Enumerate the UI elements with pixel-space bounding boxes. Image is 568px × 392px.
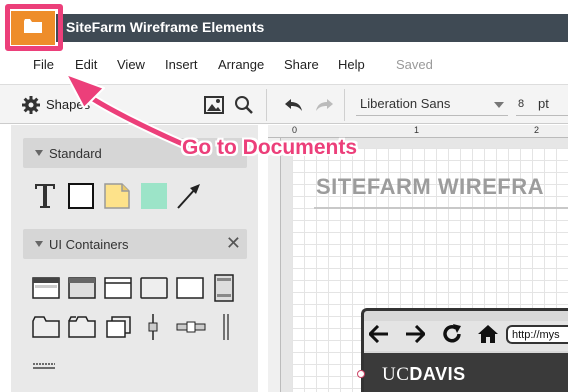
green-block-shape[interactable] [141, 183, 167, 209]
shapes-panel: Standard UI Containers ✕ [11, 125, 258, 392]
ruler-label: 1 [414, 125, 420, 135]
menu-arrange[interactable]: Arrange [218, 57, 264, 72]
arrow-line-shape[interactable] [176, 182, 202, 210]
logo-davis: DAVIS [409, 364, 466, 384]
shapes-label[interactable]: Shapes [46, 97, 90, 112]
font-size-select[interactable]: 8 pt [516, 94, 568, 116]
horizontal-splitter-shape[interactable] [32, 360, 56, 372]
panel-shape[interactable] [140, 277, 168, 299]
wireframe-heading-rule [314, 207, 568, 209]
section-standard-label: Standard [49, 146, 102, 161]
horizontal-slider-shape[interactable] [176, 321, 206, 333]
scroll-list-shape[interactable] [214, 274, 234, 302]
undo-icon[interactable] [284, 97, 304, 113]
ruler-label: 2 [534, 125, 540, 135]
document-title[interactable]: SiteFarm Wireframe Elements [66, 19, 264, 35]
toolbar-separator [266, 89, 267, 121]
menu-bar: File Edit View Insert Arrange Share Help… [0, 51, 568, 79]
note-shape[interactable] [104, 183, 130, 209]
collapse-triangle-icon[interactable] [35, 150, 43, 156]
font-family-value: Liberation Sans [360, 96, 451, 111]
menu-help[interactable]: Help [338, 57, 365, 72]
browser-window-shape[interactable] [32, 277, 60, 299]
annotation-label: Go to Documents [182, 136, 358, 159]
browser-window-gray-shape[interactable] [68, 277, 96, 299]
url-field: http://mys [506, 325, 568, 344]
menu-file[interactable]: File [33, 57, 54, 72]
toolbar-separator [344, 89, 345, 121]
ruler-left [268, 138, 281, 392]
ruler-label: 0 [292, 125, 298, 135]
menu-share[interactable]: Share [284, 57, 319, 72]
redo-icon[interactable] [314, 97, 334, 113]
back-arrow-icon [369, 325, 388, 343]
rectangle-shape[interactable] [68, 183, 94, 209]
font-family-select[interactable]: Liberation Sans [356, 94, 508, 116]
tab-folder-shape[interactable] [32, 316, 60, 338]
section-ui-containers-header[interactable]: UI Containers ✕ [23, 229, 247, 259]
menu-edit[interactable]: Edit [75, 57, 97, 72]
forward-arrow-icon [406, 325, 425, 343]
font-size-unit: pt [538, 96, 549, 111]
home-icon [478, 325, 498, 343]
close-icon[interactable]: ✕ [226, 233, 241, 253]
stacked-windows-shape[interactable] [104, 316, 132, 338]
panel-alt-shape[interactable] [176, 277, 204, 299]
save-status: Saved [396, 57, 433, 72]
vertical-splitter-shape[interactable] [220, 313, 232, 341]
ucdavis-logo: UCDAVIS [382, 364, 466, 386]
text-shape[interactable] [34, 183, 56, 209]
font-size-value: 8 [518, 98, 525, 110]
window-shape[interactable] [104, 277, 132, 299]
menu-view[interactable]: View [117, 57, 145, 72]
selection-handle[interactable] [357, 370, 365, 378]
image-icon[interactable] [204, 96, 224, 114]
vertical-slider-shape[interactable] [147, 313, 159, 341]
highlight-box [5, 4, 63, 51]
gear-icon[interactable] [22, 96, 40, 114]
search-icon[interactable] [234, 95, 254, 115]
section-ui-containers-label: UI Containers [49, 237, 129, 252]
menu-insert[interactable]: Insert [165, 57, 198, 72]
wireframe-heading[interactable]: SITEFARM WIREFRA [316, 174, 544, 200]
collapse-triangle-icon[interactable] [35, 241, 43, 247]
refresh-icon [443, 324, 461, 343]
tab-folder-2-shape[interactable] [68, 316, 96, 338]
chevron-down-icon [494, 102, 504, 108]
toolbar: Shapes Liberation Sans 8 pt [0, 84, 568, 124]
logo-uc: UC [382, 364, 410, 385]
